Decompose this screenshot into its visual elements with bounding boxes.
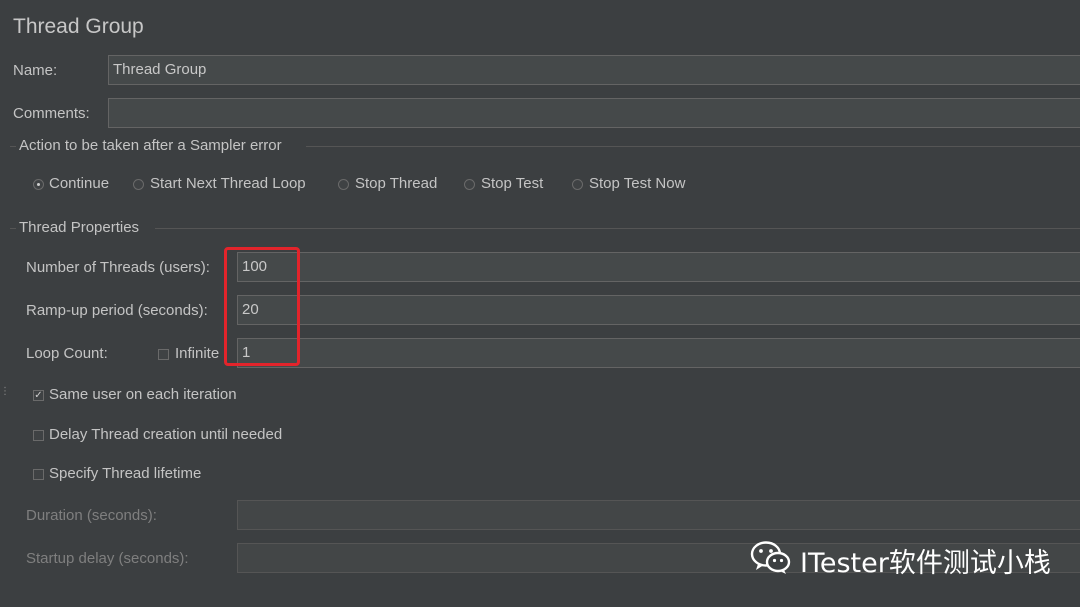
radio-stop-thread[interactable] — [338, 179, 349, 190]
radio-start-next-loop[interactable] — [133, 179, 144, 190]
panel-title: Thread Group — [13, 15, 144, 38]
radio-stop-test-now-label[interactable]: Stop Test Now — [589, 175, 685, 192]
threads-input[interactable]: 100 — [237, 252, 1080, 282]
rampup-input[interactable]: 20 — [237, 295, 1080, 325]
infinite-label[interactable]: Infinite — [175, 345, 219, 362]
threads-label: Number of Threads (users): — [26, 259, 210, 276]
lifetime-label[interactable]: Specify Thread lifetime — [49, 465, 201, 482]
same-user-label[interactable]: Same user on each iteration — [49, 386, 237, 403]
thread-properties-legend: Thread Properties — [19, 219, 140, 236]
loop-count-input[interactable]: 1 — [237, 338, 1080, 368]
same-user-checkbox[interactable]: ✓ — [33, 390, 44, 401]
radio-start-next-loop-label[interactable]: Start Next Thread Loop — [150, 175, 306, 192]
lifetime-checkbox[interactable] — [33, 469, 44, 480]
radio-continue[interactable] — [33, 179, 44, 190]
name-label: Name: — [13, 62, 58, 79]
infinite-checkbox[interactable] — [158, 349, 169, 360]
radio-stop-test[interactable] — [464, 179, 475, 190]
name-input[interactable]: Thread Group — [108, 55, 1080, 85]
radio-stop-thread-label[interactable]: Stop Thread — [355, 175, 437, 192]
sampler-error-legend: Action to be taken after a Sampler error — [19, 137, 282, 154]
comments-input[interactable] — [108, 98, 1080, 128]
watermark-text: ITester软件测试小栈 — [800, 547, 1051, 579]
duration-input[interactable] — [237, 500, 1080, 530]
delay-creation-label[interactable]: Delay Thread creation until needed — [49, 426, 282, 443]
highlight-box — [224, 247, 300, 366]
radio-stop-test-now[interactable] — [572, 179, 583, 190]
watermark: ITester软件测试小栈 — [750, 540, 1051, 580]
duration-label: Duration (seconds): — [26, 507, 157, 524]
comments-label: Comments: — [13, 105, 90, 122]
radio-continue-label[interactable]: Continue — [49, 175, 109, 192]
wechat-icon — [750, 540, 792, 580]
radio-stop-test-label[interactable]: Stop Test — [481, 175, 543, 192]
startup-delay-label: Startup delay (seconds): — [26, 550, 189, 567]
rampup-label: Ramp-up period (seconds): — [26, 302, 208, 319]
loop-count-label: Loop Count: — [26, 345, 108, 362]
splitter-handle-icon[interactable]: ⋮ — [0, 387, 10, 400]
delay-creation-checkbox[interactable] — [33, 430, 44, 441]
